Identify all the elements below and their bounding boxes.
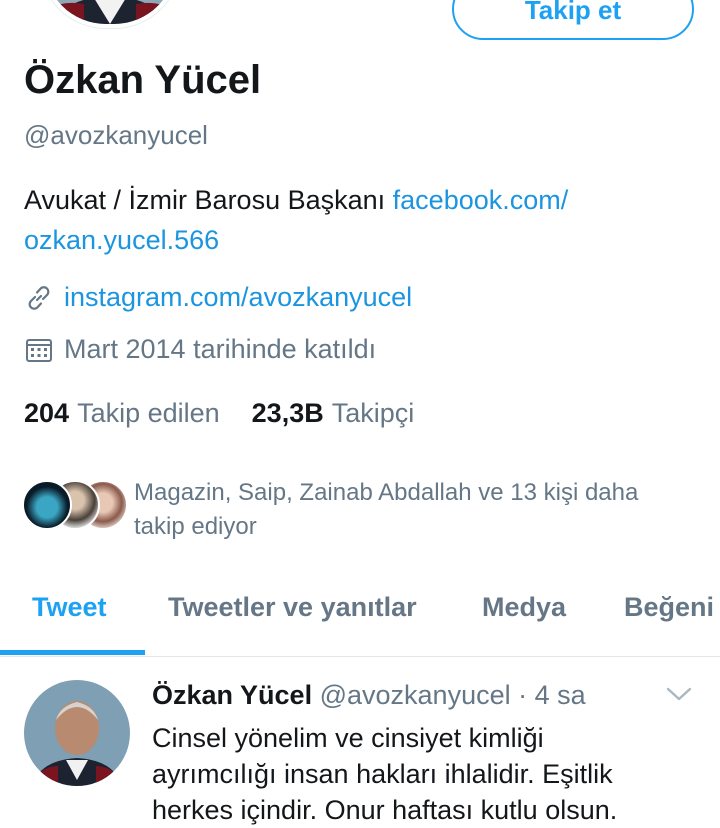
following-label: Takip edilen (77, 398, 220, 428)
profile-avatar-image (44, 0, 176, 24)
tweet-avatar-image (24, 680, 130, 786)
followed-by-text[interactable]: Magazin, Saip, Zainab Abdallah ve 13 kiş… (134, 476, 694, 544)
follower-avatar (22, 480, 72, 530)
profile-handle: @avozkanyucel (24, 120, 208, 150)
tweet-header: Özkan Yücel @avozkanyucel · 4 sa (152, 680, 586, 711)
followers-stat[interactable]: 23,3B Takipçi (252, 398, 415, 429)
followers-label: Takipçi (331, 398, 415, 428)
chevron-down-icon[interactable] (664, 684, 694, 704)
tweet-time[interactable]: 4 sa (535, 680, 586, 710)
followed-by-line1: Magazin, Saip, Zainab Abdallah ve 13 kiş… (134, 479, 639, 506)
followers-count: 23,3B (251, 398, 324, 428)
tweet-text-line: Cinsel yönelim ve cinsiyet kimliği (152, 723, 544, 753)
bio-text: Avukat / İzmir Barosu Başkanı (24, 185, 393, 215)
tweet-text-line: ayrımcılığı insan hakları ihlalidir. Eşi… (152, 759, 613, 789)
following-stat[interactable]: 204 Takip edilen (24, 398, 220, 429)
following-count: 204 (24, 398, 70, 428)
tweet-author-name[interactable]: Özkan Yücel (152, 680, 312, 710)
follow-button-label: Takip et (524, 0, 622, 25)
tab-likes[interactable]: Beğeni (624, 592, 714, 623)
profile-tabs: Tweet Tweetler ve yanıtlar Medya Beğeni (0, 588, 720, 657)
tweet-author-handle[interactable]: @avozkanyucel (320, 680, 511, 710)
tweet-text: Cinsel yönelim ve cinsiyet kimliği ayrım… (152, 720, 672, 828)
tab-media[interactable]: Medya (482, 592, 566, 623)
tweet-avatar[interactable] (24, 680, 130, 786)
link-icon (28, 285, 50, 310)
tweet-separator: · (518, 680, 528, 710)
profile-joined-text: Mart 2014 tarihinde katıldı (64, 334, 377, 364)
profile-website-link[interactable]: instagram.com/avozkanyucel (64, 282, 412, 313)
profile-bio: Avukat / İzmir Barosu Başkanı facebook.c… (24, 180, 684, 260)
followed-by-avatars[interactable] (22, 480, 128, 530)
tweet-text-line: herkes içindir. Onur haftası kutlu olsun… (152, 795, 618, 825)
profile-website-row: instagram.com/avozkanyucel (24, 282, 412, 313)
tab-tweets-and-replies[interactable]: Tweetler ve yanıtlar (168, 592, 417, 623)
profile-avatar[interactable] (40, 0, 180, 28)
calendar-icon (26, 338, 52, 362)
profile-joined-row: Mart 2014 tarihinde katıldı (24, 334, 376, 365)
follow-button[interactable]: Takip et (452, 0, 694, 40)
profile-name: Özkan Yücel (24, 58, 262, 102)
bio-facebook-link-cont[interactable]: ozkan.yucel.566 (24, 225, 219, 255)
active-tab-indicator (0, 650, 145, 655)
profile-stats: 204 Takip edilen 23,3B Takipçi (24, 398, 414, 429)
bio-facebook-link[interactable]: facebook.com/ (393, 185, 569, 215)
followed-by-line2: takip ediyor (134, 513, 257, 540)
tab-tweets[interactable]: Tweet (32, 592, 107, 623)
